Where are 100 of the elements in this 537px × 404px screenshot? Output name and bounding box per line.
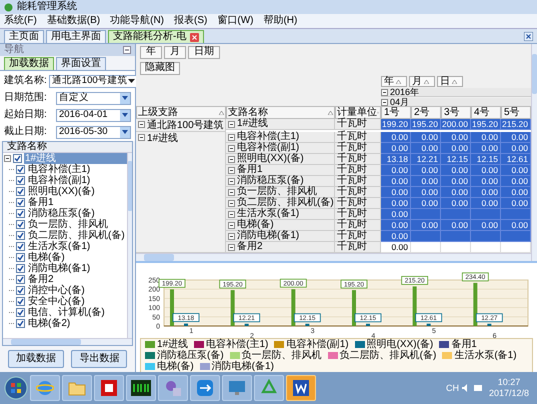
collapse-icon[interactable]: [228, 120, 235, 128]
collapse-icon[interactable]: [228, 232, 235, 240]
scrollbar[interactable]: [127, 153, 132, 338]
tree-item[interactable]: 备用2: [27, 274, 55, 285]
tree-item[interactable]: 电梯(备2): [27, 318, 72, 329]
sort-icon[interactable]: [219, 110, 224, 114]
collapse-icon[interactable]: [228, 222, 235, 228]
collapse-icon[interactable]: [228, 200, 235, 206]
tree-item[interactable]: 电信、计算机(备): [27, 307, 106, 318]
column-header[interactable]: 计量单位: [335, 106, 381, 119]
collapse-icon[interactable]: [228, 166, 235, 174]
tool-icon[interactable]: [164, 379, 182, 397]
toggle-button[interactable]: 隐藏图: [140, 62, 180, 74]
checkbox[interactable]: [16, 220, 25, 229]
collapse-icon[interactable]: [228, 188, 235, 196]
tab[interactable]: 支路能耗分析-电: [108, 30, 204, 43]
tree-item[interactable]: 消控中心(备): [27, 285, 86, 296]
period-button[interactable]: 月: [164, 46, 186, 58]
checkbox[interactable]: [16, 275, 25, 284]
column-header[interactable]: 5号: [501, 106, 531, 119]
table-row[interactable]: 电容补偿(副1) 千瓦时 0.00 0.00 0.00 0.00 0.00: [226, 143, 531, 154]
collapse-icon[interactable]: [138, 121, 145, 128]
caret-icon[interactable]: [128, 78, 135, 84]
scrollbar[interactable]: [3, 338, 132, 345]
column-header[interactable]: 4号: [471, 106, 501, 119]
group-row[interactable]: 2016年: [381, 88, 531, 97]
checkbox[interactable]: [16, 187, 25, 196]
tab[interactable]: 加载数据: [4, 57, 54, 70]
column-header[interactable]: 上级支路: [136, 106, 226, 119]
group-level-button[interactable]: 日: [437, 76, 463, 87]
tree-item[interactable]: 电梯(备): [27, 252, 66, 263]
tree-item[interactable]: 安全中心(备): [27, 296, 86, 307]
group-level-button[interactable]: 年: [381, 76, 407, 87]
checkbox[interactable]: [16, 242, 25, 251]
checkbox[interactable]: [16, 297, 25, 306]
document-icon[interactable]: [292, 379, 310, 397]
column-header[interactable]: 支路名称: [226, 106, 335, 119]
menu-item[interactable]: 系统(F): [4, 16, 37, 26]
checkbox[interactable]: [16, 253, 25, 262]
action-button[interactable]: 加载数据: [8, 350, 64, 368]
table-row[interactable]: 电梯(备) 千瓦时 0.00 0.00 0.00 0.00 0.00: [226, 220, 531, 231]
collapse-icon[interactable]: [228, 144, 235, 152]
group-level-button[interactable]: 月: [409, 76, 435, 87]
tree-item[interactable]: 负二层防、排风机(备): [27, 230, 126, 241]
menu-item[interactable]: 窗口(W): [217, 16, 254, 26]
checkbox[interactable]: [16, 286, 25, 295]
tree-item[interactable]: 负一层防、排风机: [27, 219, 109, 230]
checkbox[interactable]: [16, 176, 25, 185]
table-row[interactable]: 照明电(XX)(备) 千瓦时 13.18 12.21 12.15 12.15 12.61: [226, 154, 531, 165]
scrollbar[interactable]: [136, 253, 531, 261]
column-header[interactable]: 1号: [381, 106, 411, 119]
dropdown-button[interactable]: [120, 110, 130, 120]
date-field[interactable]: 2016-05-30: [56, 126, 131, 138]
date-field[interactable]: 2016-04-01: [56, 108, 131, 122]
checkbox[interactable]: [16, 264, 25, 273]
sort-icon[interactable]: [328, 110, 333, 114]
collapse-icon[interactable]: [381, 88, 388, 96]
checkbox[interactable]: [16, 209, 25, 218]
sort-icon[interactable]: [452, 80, 457, 84]
tab[interactable]: 用电主界面: [46, 30, 106, 43]
taskbar-button[interactable]: [286, 375, 316, 401]
menu-item[interactable]: 帮助(H): [263, 16, 298, 26]
tree-item[interactable]: 消防稳压泵(备): [27, 208, 96, 219]
collapse-icon[interactable]: [228, 178, 235, 184]
table-row[interactable]: 生活水泵(备1) 千瓦时 0.00: [226, 209, 531, 220]
meter-icon[interactable]: [131, 380, 151, 396]
collapse-icon[interactable]: [228, 244, 235, 250]
tab[interactable]: 主页面: [4, 30, 44, 43]
tree-item[interactable]: 消防电梯(备1): [27, 263, 92, 274]
checkbox[interactable]: [16, 165, 25, 174]
checkbox[interactable]: [16, 231, 25, 240]
taskbar-button[interactable]: [126, 375, 156, 401]
menu-item[interactable]: 基础数据(B): [46, 16, 100, 26]
dropdown-button[interactable]: [120, 92, 130, 104]
period-button[interactable]: 年: [140, 46, 162, 58]
checkbox[interactable]: [13, 154, 22, 163]
period-button[interactable]: 日期: [188, 46, 220, 58]
tree-item[interactable]: 电容补偿(副1): [27, 175, 92, 186]
date-field[interactable]: 自定义: [56, 92, 131, 104]
menu-item[interactable]: 报表(S): [174, 16, 208, 26]
table-row[interactable]: 电容补偿(主1) 千瓦时 0.00 0.00 0.00 0.00 0.00: [226, 132, 531, 143]
checkbox[interactable]: [16, 308, 25, 317]
table-row[interactable]: 消防稳压泵(备) 千瓦时 0.00 0.00 0.00 0.00 0.00: [226, 176, 531, 187]
checkbox[interactable]: [16, 319, 25, 328]
menu-item[interactable]: 功能导航(N): [110, 16, 164, 26]
tree-item[interactable]: 照明电(XX)(备): [27, 186, 96, 197]
start-button[interactable]: [4, 376, 28, 400]
collapse-icon[interactable]: [138, 134, 145, 141]
app-icon[interactable]: [100, 379, 118, 397]
table-row[interactable]: 备用2 千瓦时 0.00: [226, 242, 531, 253]
taskbar-button[interactable]: [190, 375, 220, 401]
collapse-icon[interactable]: [123, 46, 131, 54]
collapse-icon[interactable]: [381, 99, 388, 106]
sort-icon[interactable]: [396, 80, 401, 84]
dropdown-button[interactable]: [120, 126, 130, 138]
tree-item[interactable]: 备用1: [27, 197, 55, 208]
network-icon[interactable]: [472, 383, 483, 393]
collapse-icon[interactable]: [228, 156, 235, 162]
close-icon[interactable]: [190, 32, 200, 42]
table-row[interactable]: 负二层防、排风机(备) 千瓦时 0.00 0.00 0.00 0.00 0.00: [226, 198, 531, 209]
